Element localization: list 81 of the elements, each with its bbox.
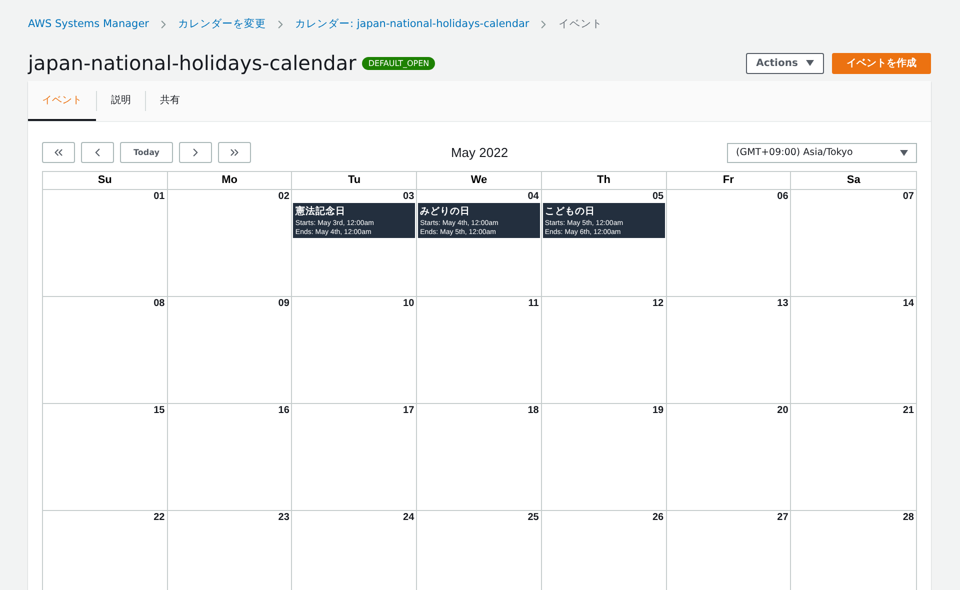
- day-number: 07: [902, 191, 915, 202]
- weekday-header: Tu: [292, 172, 418, 190]
- today-button[interactable]: Today: [120, 142, 173, 163]
- day-number: 11: [528, 298, 540, 309]
- weekday-header: Th: [542, 172, 667, 190]
- caret-icon: [900, 150, 908, 156]
- timezone-select[interactable]: (GMT+09:00) Asia/Tokyo: [727, 142, 918, 162]
- day-number: 08: [154, 298, 166, 309]
- day-cell[interactable]: 16: [168, 404, 292, 511]
- event-title: 憲法記念日: [295, 205, 346, 218]
- day-number: 22: [154, 512, 166, 523]
- day-cell[interactable]: 02: [168, 190, 292, 297]
- day-cell[interactable]: 26: [542, 511, 667, 590]
- weekday-header: Sa: [791, 172, 916, 190]
- day-number: 24: [403, 512, 416, 523]
- day-number: 02: [278, 191, 290, 202]
- caret-icon: [806, 60, 814, 66]
- day-cell[interactable]: 14: [791, 297, 916, 404]
- actions-button[interactable]: Actions: [746, 52, 824, 74]
- breadcrumb-current: イベント: [558, 17, 602, 31]
- day-cell[interactable]: 27: [666, 511, 792, 590]
- weekday-header: Su: [43, 172, 168, 190]
- day-number: 19: [652, 405, 665, 416]
- day-number: 15: [154, 405, 166, 416]
- day-number: 26: [652, 512, 665, 523]
- day-number: 13: [777, 298, 790, 309]
- month-title: May 2022: [450, 145, 510, 160]
- day-cell[interactable]: 25: [417, 511, 542, 590]
- first-page-button[interactable]: [42, 142, 75, 163]
- weekday-header: We: [417, 172, 542, 190]
- day-cell[interactable]: 12: [542, 297, 667, 404]
- day-cell[interactable]: 15: [43, 404, 168, 511]
- day-cell[interactable]: 08: [43, 297, 168, 404]
- day-cell[interactable]: 28: [791, 511, 916, 590]
- day-cell[interactable]: 13: [666, 297, 792, 404]
- day-number: 21: [902, 405, 915, 416]
- day-cell[interactable]: 11: [417, 297, 542, 404]
- day-cell[interactable]: 24: [292, 511, 418, 590]
- day-number: 27: [777, 512, 790, 523]
- event-title: こどもの日: [544, 205, 596, 218]
- day-cell[interactable]: 22: [43, 511, 168, 590]
- day-cell[interactable]: 21: [791, 404, 916, 511]
- day-number: 04: [528, 191, 540, 202]
- weekday-header: Mo: [168, 172, 292, 190]
- day-cell[interactable]: 07: [791, 190, 916, 297]
- day-cell[interactable]: 06: [666, 190, 792, 297]
- breadcrumb-link[interactable]: カレンダー: japan-national-holidays-calendar: [294, 17, 530, 31]
- day-number: 28: [902, 512, 915, 523]
- day-number: 20: [777, 405, 790, 416]
- day-cell[interactable]: 18: [417, 404, 542, 511]
- day-number: 25: [528, 512, 540, 523]
- day-number: 14: [902, 298, 915, 309]
- status-badge: DEFAULT_OPEN: [362, 56, 436, 70]
- day-number: 05: [652, 191, 665, 202]
- day-number: 16: [278, 405, 290, 416]
- day-cell[interactable]: 10: [292, 297, 418, 404]
- weekday-header: Fr: [666, 172, 792, 190]
- breadcrumb-link[interactable]: AWS Systems Manager: [28, 18, 149, 30]
- day-cell[interactable]: 09: [168, 297, 292, 404]
- tab[interactable]: 説明: [97, 81, 145, 121]
- day-cell[interactable]: 19: [542, 404, 667, 511]
- event-title: みどりの日: [420, 205, 472, 218]
- day-number: 12: [652, 298, 665, 309]
- day-number: 03: [403, 191, 416, 202]
- day-cell[interactable]: 23: [168, 511, 292, 590]
- last-page-button[interactable]: [218, 142, 251, 163]
- breadcrumb-link[interactable]: カレンダーを変更: [178, 17, 266, 31]
- page-title: japan-national-holidays-calendar: [28, 51, 356, 75]
- day-number: 09: [278, 298, 290, 309]
- day-number: 23: [278, 512, 290, 523]
- day-number: 10: [403, 298, 416, 309]
- day-cell[interactable]: 01: [43, 190, 168, 297]
- double-chevron-right-icon: [228, 146, 241, 159]
- day-cell[interactable]: 20: [666, 404, 792, 511]
- double-chevron-left-icon: [52, 146, 65, 159]
- tab[interactable]: 共有: [146, 81, 194, 121]
- day-number: 06: [777, 191, 790, 202]
- day-number: 18: [528, 405, 540, 416]
- day-number: 17: [403, 405, 416, 416]
- day-cell[interactable]: 17: [292, 404, 418, 511]
- day-number: 01: [154, 191, 166, 202]
